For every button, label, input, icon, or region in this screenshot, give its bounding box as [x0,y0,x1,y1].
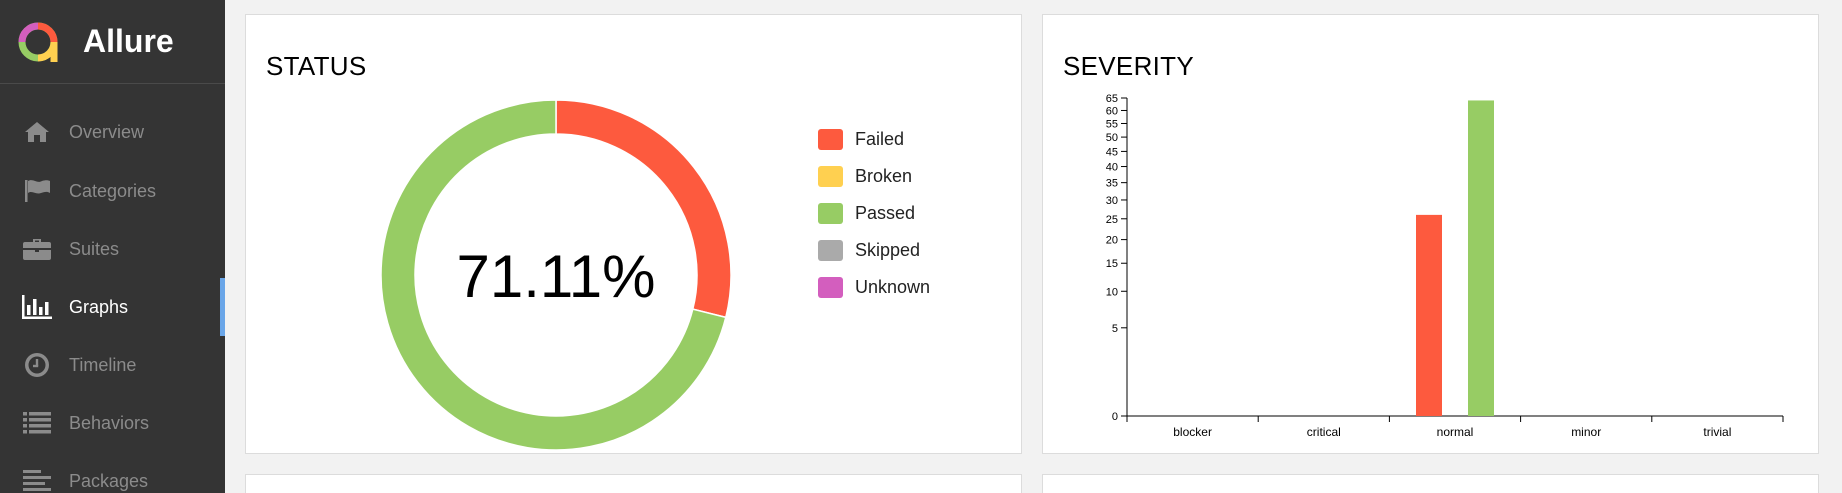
donut-center-label: 71.11% [456,243,655,310]
y-tick-label: 25 [1106,214,1118,226]
status-donut-svg: 71.11% [380,99,732,451]
sidebar-item-suites[interactable]: Suites [0,224,225,274]
home-icon [22,119,52,145]
app-title: Allure [83,23,174,59]
legend-swatch [818,166,843,187]
sidebar-item-graphs[interactable]: Graphs [0,278,225,336]
y-tick-label: 0 [1112,411,1118,423]
sidebar-item-label: Graphs [69,296,129,317]
y-tick-label: 45 [1106,146,1118,158]
x-tick-label-critical: critical [1307,425,1341,439]
bottom-left-panel [245,474,1022,493]
status-panel: STATUS 71.11% Failed Broken Passed Skipped U… [245,14,1022,454]
sidebar-item-label: Packages [69,470,149,491]
brand[interactable]: Allure [0,0,225,84]
severity-bar-chart: 0 5 10 15 20 25 30 35 40 45 50 556065 blocker critica… [1106,93,1784,439]
legend-label: Broken [855,166,913,186]
align-left-icon [22,468,52,493]
y-tick-label: 40 [1106,162,1118,174]
legend-swatch [818,240,843,261]
legend-swatch [818,277,843,298]
briefcase-icon [22,236,52,262]
x-tick-label-normal: normal [1437,425,1474,439]
severity-panel: SEVERITY 0 5 10 15 20 25 30 35 40 45 50 55 60 65 block… [1042,14,1819,454]
bar-chart-icon [22,294,52,320]
sidebar-item-categories[interactable]: Categories [0,166,225,216]
sidebar-item-packages[interactable]: Packages [0,456,225,493]
sidebar-item-behaviors[interactable]: Behaviors [0,398,225,448]
legend-swatch [818,129,843,150]
list-icon [22,410,52,436]
legend-item-skipped[interactable]: Skipped [818,232,930,269]
panel-title: STATUS [266,51,367,81]
y-tick-label: 15 [1106,258,1118,270]
sidebar-item-label: Timeline [69,354,137,375]
clock-icon [22,352,52,378]
legend-item-broken[interactable]: Broken [818,158,930,195]
x-tick-label-blocker: blocker [1173,425,1212,439]
y-tick-label: 55 [1106,118,1118,130]
legend-label: Skipped [855,240,921,260]
app-root: Allure Overview Categories Suites Graphs… [0,0,1842,493]
legend-item-unknown[interactable]: Unknown [818,269,930,306]
legend-item-failed[interactable]: Failed [818,121,930,158]
legend-swatch [818,203,843,224]
legend-label: Failed [855,129,905,149]
sidebar: Allure Overview Categories Suites Graphs… [0,0,225,493]
active-indicator [220,278,225,336]
y-tick-label: 50 [1106,132,1118,144]
y-tick-label: 5 [1112,323,1118,335]
sidebar-item-label: Overview [69,121,145,142]
status-legend: Failed Broken Passed Skipped Unknown [818,121,930,306]
y-tick-label: 60 [1106,105,1118,117]
sidebar-item-overview[interactable]: Overview [0,107,225,157]
legend-label: Passed [855,203,916,223]
sidebar-item-label: Behaviors [69,412,150,433]
y-tick-label: 20 [1106,235,1118,247]
legend-label: Unknown [855,277,931,297]
flag-icon [22,178,52,204]
y-tick-label: 65 [1106,93,1118,105]
bar-normal-0[interactable] [1416,214,1442,416]
y-tick-label: 35 [1106,178,1118,190]
y-tick-label: 10 [1106,286,1118,298]
allure-logo [18,22,58,62]
bar-normal-1[interactable] [1468,100,1494,417]
x-tick-label-trivial: trivial [1703,425,1731,439]
status-donut-chart: 71.11% [376,95,736,460]
sidebar-item-timeline[interactable]: Timeline [0,340,225,390]
sidebar-item-label: Suites [69,238,120,259]
legend-item-passed[interactable]: Passed [818,195,930,232]
sidebar-item-label: Categories [69,180,157,201]
y-tick-label: 30 [1106,195,1118,207]
bottom-right-panel [1042,474,1819,493]
x-tick-label-minor: minor [1571,425,1601,439]
